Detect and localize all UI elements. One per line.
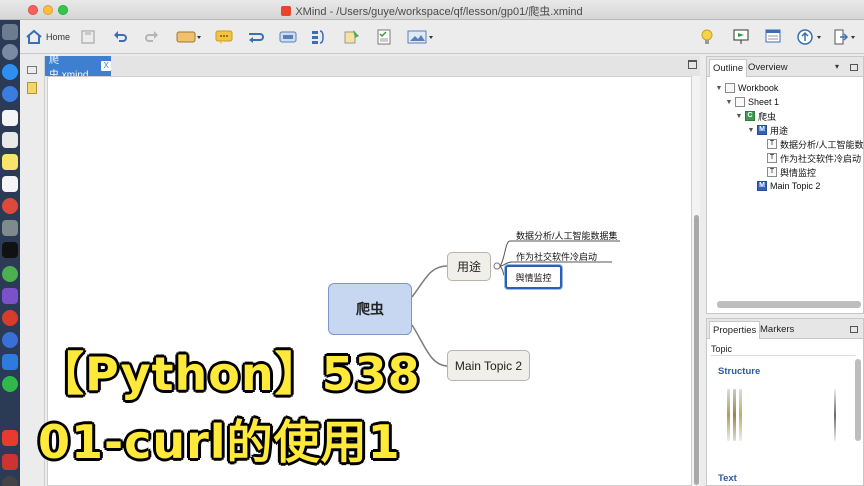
- maximize-panel-icon[interactable]: [850, 64, 858, 71]
- subtopic-social-cold-start[interactable]: 作为社交软件冷启动: [516, 250, 597, 263]
- subtopic-icon: T: [767, 153, 777, 163]
- tab-overview[interactable]: Overview: [745, 59, 791, 77]
- structure-option-3[interactable]: [739, 389, 742, 441]
- main-topic-2[interactable]: Main Topic 2: [447, 350, 530, 381]
- tab-outline[interactable]: Outline: [709, 59, 748, 77]
- properties-vertical-scrollbar[interactable]: [855, 359, 861, 441]
- outline-horizontal-scrollbar[interactable]: [717, 301, 861, 308]
- tree-central-topic[interactable]: ▼ C 爬虫: [735, 109, 776, 123]
- properties-topic-label: Topic: [711, 344, 733, 354]
- video-caption-line2: 01-curl的使用1: [38, 415, 401, 469]
- view-menu-icon[interactable]: ▾: [835, 62, 839, 71]
- workbook-icon: [725, 83, 735, 93]
- tab-properties[interactable]: Properties: [709, 321, 761, 339]
- central-topic[interactable]: 爬虫: [328, 283, 412, 335]
- tree-subtopic-sentiment[interactable]: T 舆情监控: [767, 165, 816, 179]
- sheet-icon: [735, 97, 745, 107]
- outline-tab-bar: Outline Overview ▾: [707, 57, 863, 77]
- outline-panel: Outline Overview ▾ ▼ Workbook ▼ Sheet 1 ▼ C…: [706, 56, 864, 314]
- xmind-window: XMind - /Users/guye/workspace/qf/lesson/…: [0, 0, 864, 486]
- tree-sheet-1[interactable]: ▼ Sheet 1: [725, 95, 779, 109]
- subtopic-data-analysis[interactable]: 数据分析/人工智能数据集: [516, 229, 618, 242]
- video-caption-line1: 【Python】538: [38, 347, 421, 401]
- structure-option-4[interactable]: [834, 389, 836, 441]
- tree-subtopic-data-analysis[interactable]: T数据分析/人工智能数据集: [767, 137, 864, 151]
- tree-workbook[interactable]: ▼ Workbook: [715, 81, 778, 95]
- structure-option-2[interactable]: [733, 389, 736, 441]
- text-section-label: Text: [718, 473, 737, 484]
- properties-panel: Properties Markers Topic Structure Text: [706, 318, 864, 486]
- structure-option-1[interactable]: [727, 389, 730, 441]
- tree-main-topic-usage[interactable]: ▼ M 用途: [747, 123, 788, 137]
- tree-subtopic-social-cold-start[interactable]: T 作为社交软件冷启动: [767, 151, 861, 165]
- properties-tab-bar: Properties Markers: [707, 319, 863, 339]
- main-topic-icon: M: [757, 181, 767, 191]
- central-topic-icon: C: [745, 111, 755, 121]
- subtopic-icon: T: [767, 139, 777, 149]
- main-topic-icon: M: [757, 125, 767, 135]
- structure-section-label: Structure: [718, 366, 761, 377]
- tree-main-topic-2[interactable]: M Main Topic 2: [757, 179, 820, 193]
- subtopic-icon: T: [767, 167, 777, 177]
- properties-separator: [711, 355, 856, 356]
- tab-markers[interactable]: Markers: [757, 321, 797, 339]
- maximize-panel-icon[interactable]: [850, 326, 858, 333]
- main-topic-usage[interactable]: 用途: [447, 252, 491, 281]
- subtopic-sentiment-monitoring[interactable]: 舆情监控: [505, 265, 562, 289]
